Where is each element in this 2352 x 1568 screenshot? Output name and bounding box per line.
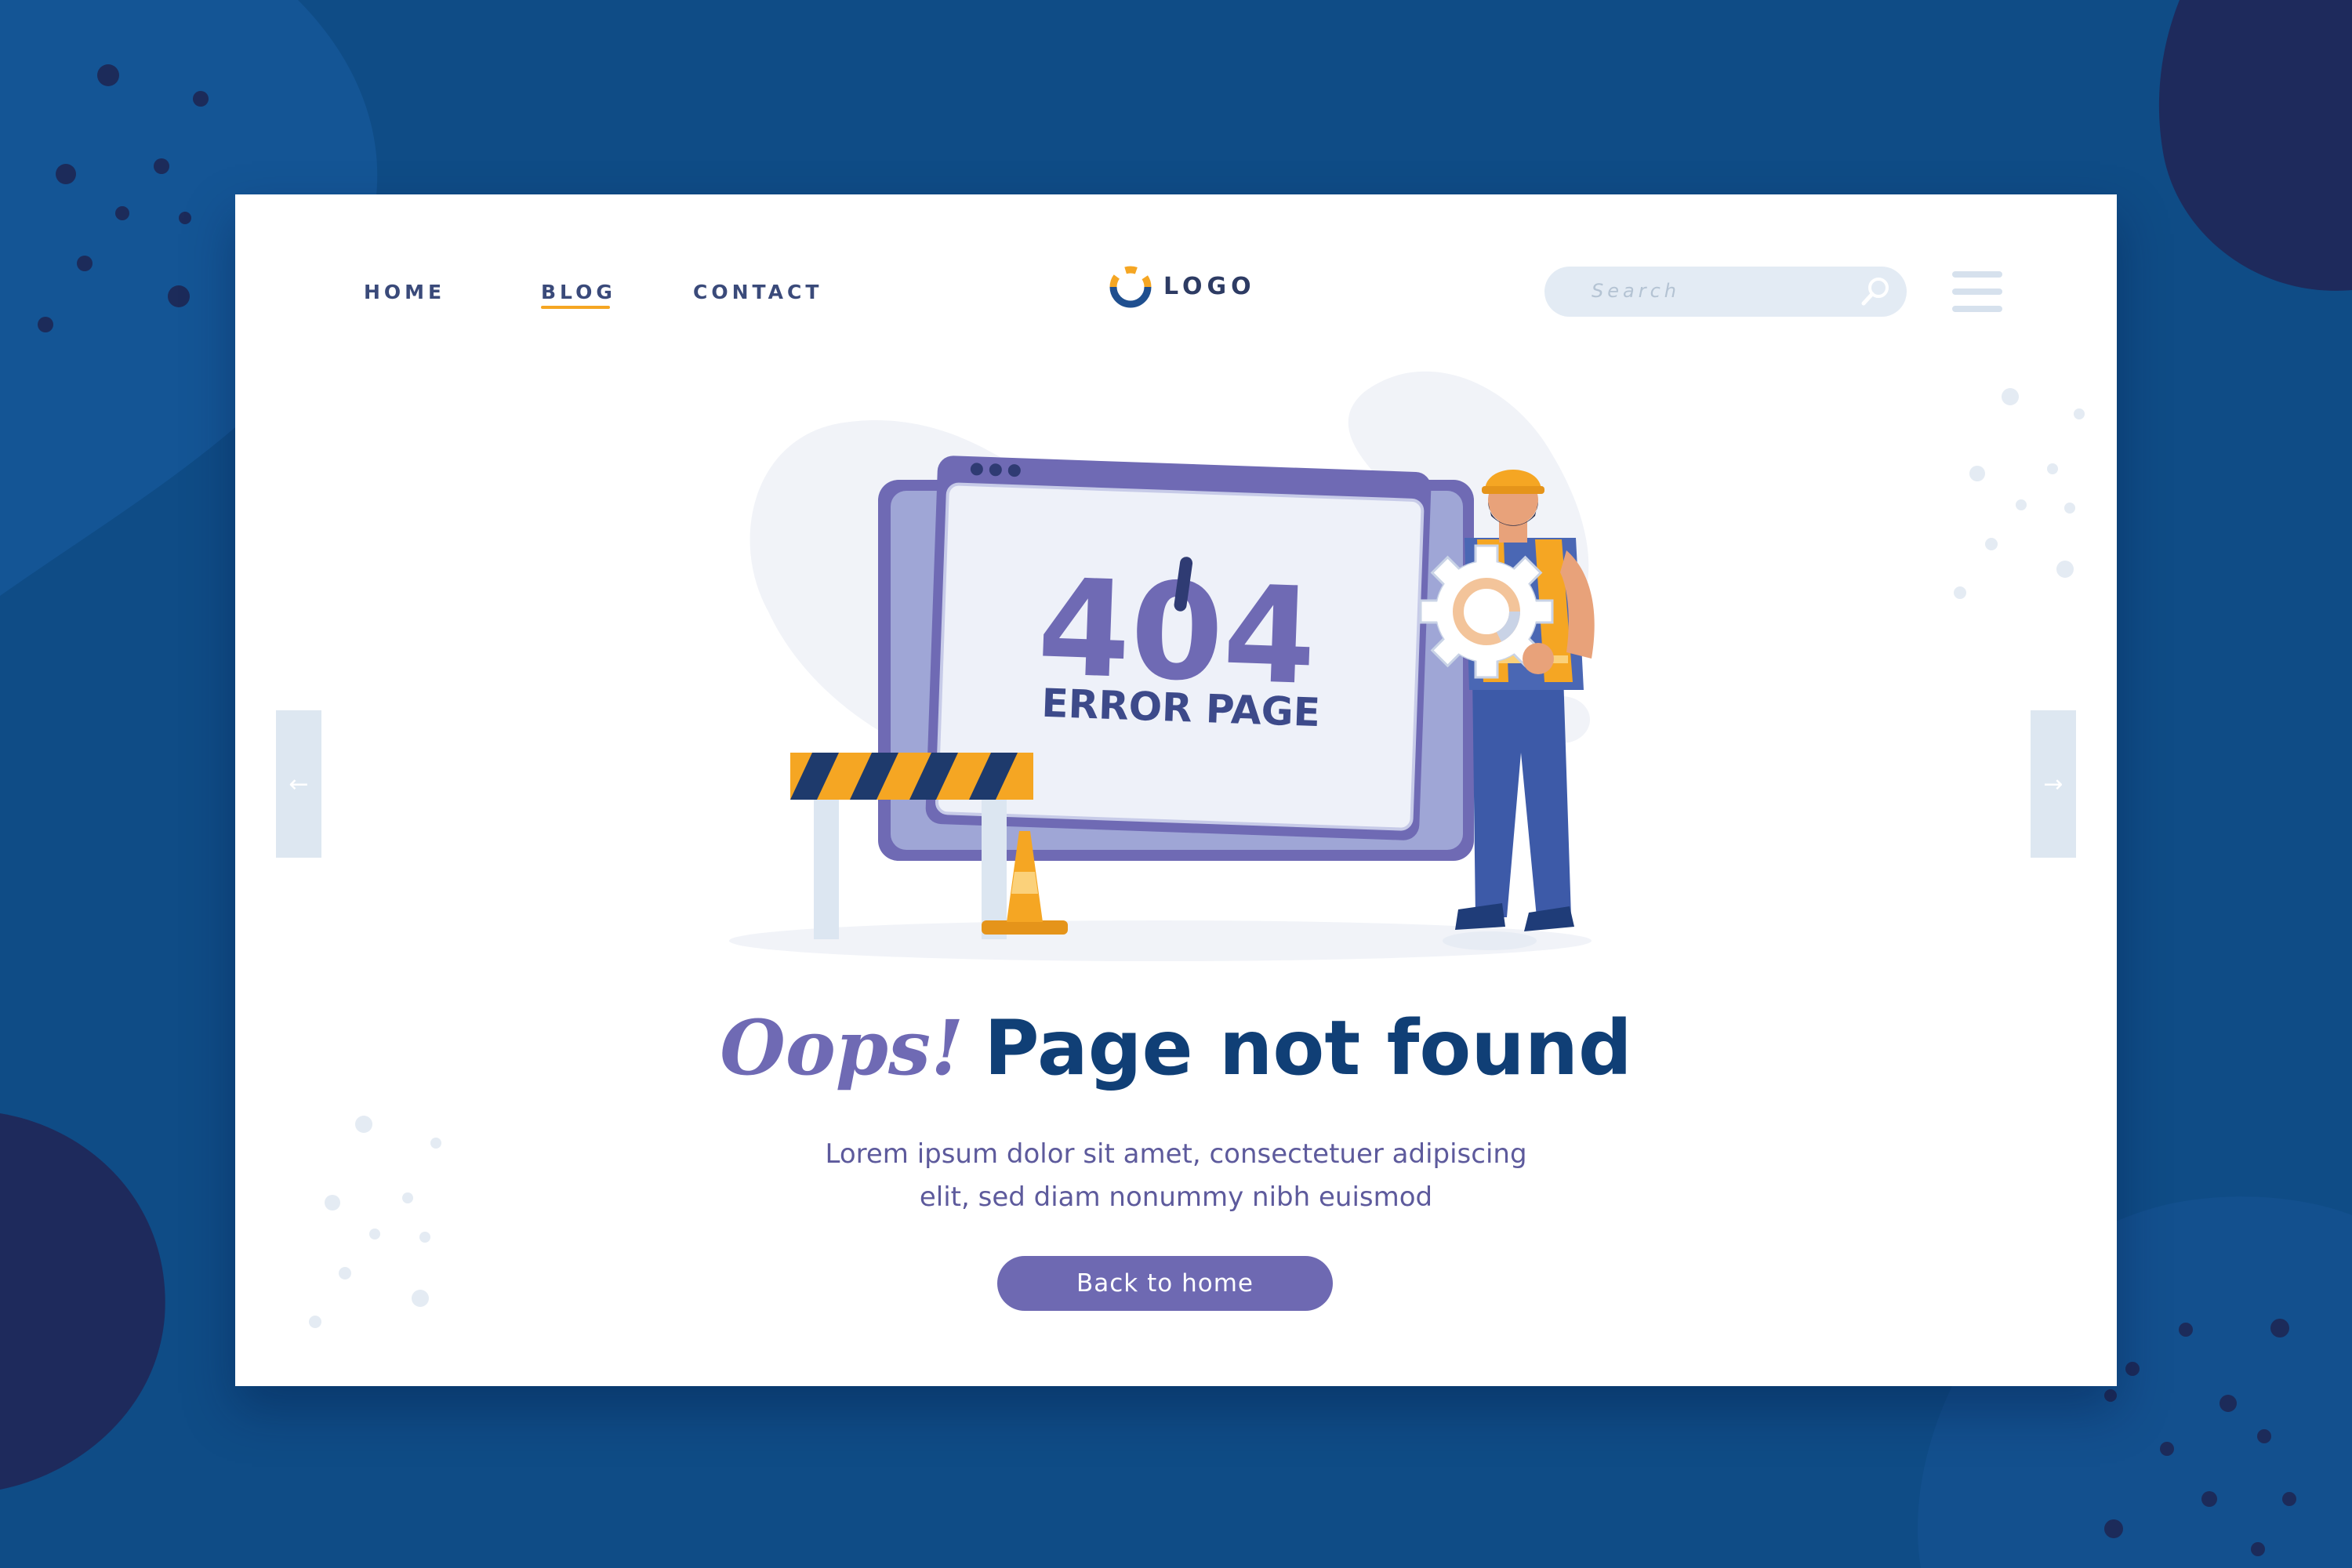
page-title-text: Page not found [984,1004,1632,1092]
nav-home[interactable]: HOME [364,281,445,303]
logo-text[interactable]: LOGO [1163,273,1256,300]
search-placeholder: Search [1592,280,1680,302]
carousel-next-button[interactable]: → [2031,710,2076,858]
carousel-prev-button[interactable]: ← [276,710,321,858]
description-line-1: Lorem ipsum dolor sit amet, consectetuer… [825,1138,1527,1170]
arrow-left-icon: ← [289,770,309,798]
nav-contact[interactable]: CONTACT [693,281,822,303]
search-icon[interactable] [1858,274,1893,309]
404-illustration: 404 ERROR PAGE [729,371,1595,961]
oops-text: Oops! [720,1004,964,1092]
description-line-2: elit, sed diam nonummy nibh euismod [919,1181,1433,1213]
back-to-home-button[interactable]: Back to home [997,1256,1333,1311]
arrow-right-icon: → [2043,770,2063,798]
page-title: Oops! Page not found [0,1004,2352,1092]
hamburger-menu-icon[interactable] [1952,271,2002,312]
nav-blog[interactable]: BLOG [541,281,616,303]
error-caption-text: ERROR PAGE [1041,681,1321,735]
ring-logo-icon [1109,266,1152,308]
nav-active-indicator [541,306,610,309]
